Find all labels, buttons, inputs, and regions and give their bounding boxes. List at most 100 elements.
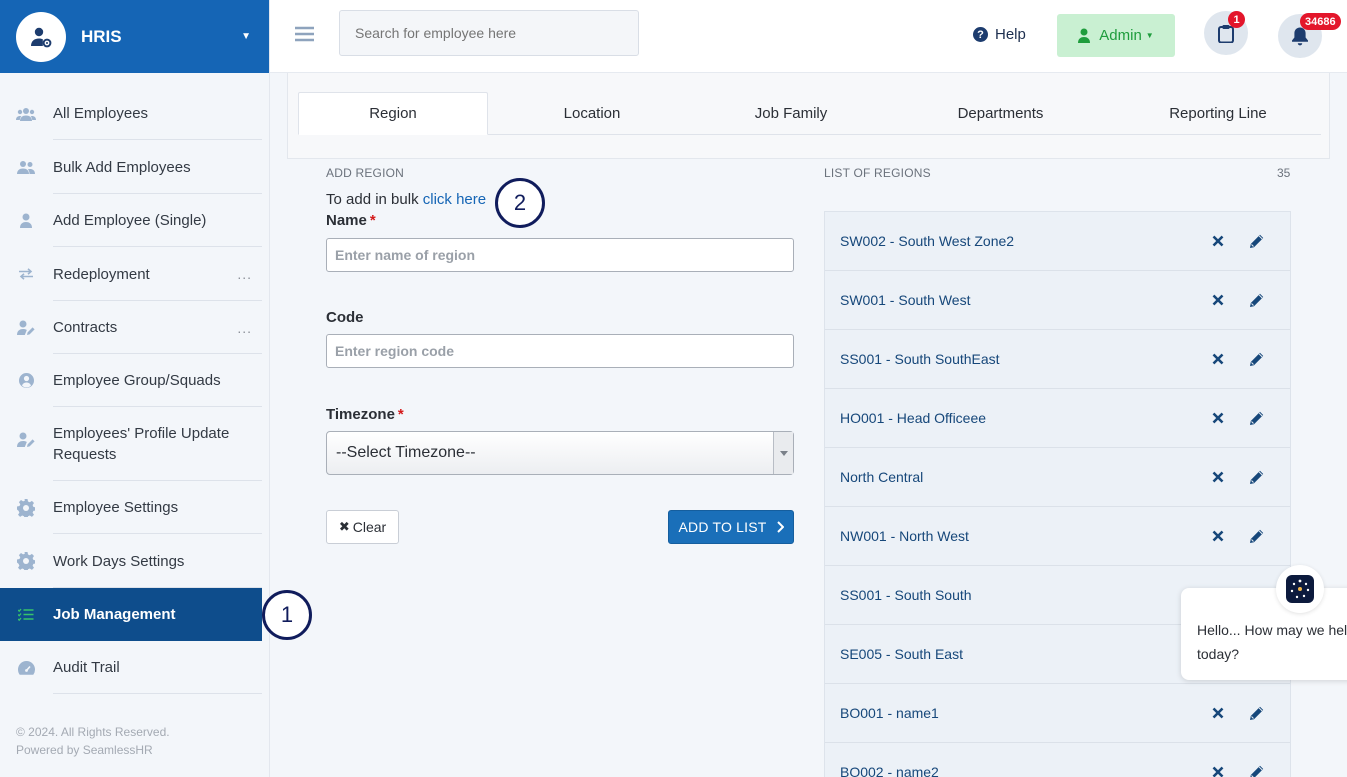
list-item: HO001 - Head Officeee	[825, 389, 1290, 448]
tasks-button[interactable]: 1	[1204, 11, 1248, 55]
delete-icon[interactable]	[1212, 352, 1224, 370]
edit-icon[interactable]	[1249, 469, 1265, 490]
chat-message-line1: Hello... How may we hel	[1197, 622, 1347, 638]
sidebar-item-label: Employees' Profile Update Requests	[53, 425, 230, 463]
sidebar-item-profile-update-requests[interactable]: Employees' Profile Update Requests	[0, 407, 262, 481]
timezone-label: Timezone *	[326, 406, 404, 423]
edit-icon[interactable]	[1249, 233, 1265, 254]
list-item: BO001 - name1	[825, 684, 1290, 743]
user-edit-icon	[16, 432, 36, 447]
list-of-regions-title: LIST OF REGIONS	[824, 166, 931, 180]
sidebar-item-bulk-add-employees[interactable]: Bulk Add Employees	[0, 140, 262, 194]
delete-icon[interactable]	[1212, 706, 1224, 724]
gear-icon	[16, 552, 36, 570]
delete-icon[interactable]	[1212, 470, 1224, 488]
chevron-right-icon	[776, 521, 784, 533]
delete-icon[interactable]	[1212, 234, 1224, 252]
sidebar-item-job-management[interactable]: Job Management	[0, 588, 262, 641]
tasks-badge: 1	[1228, 11, 1245, 28]
gauge-icon	[16, 660, 36, 675]
admin-dropdown-button[interactable]: Admin ▼	[1057, 14, 1175, 57]
sidebar-item-label: Contracts	[53, 319, 118, 336]
edit-icon[interactable]	[1249, 351, 1265, 372]
sidebar-item-label: Work Days Settings	[53, 552, 185, 570]
tab-location[interactable]: Location	[488, 92, 696, 135]
app-name: HRIS	[81, 26, 122, 46]
employee-search-input[interactable]	[339, 10, 639, 56]
regions-count: 35	[1277, 166, 1291, 180]
copyright-text: © 2024. All Rights Reserved.	[16, 725, 170, 739]
brand-header[interactable]: HRIS ▼	[0, 0, 269, 73]
sidebar-item-employee-settings[interactable]: Employee Settings	[0, 481, 262, 534]
sidebar-item-label: Audit Trail	[53, 659, 120, 676]
exchange-icon	[16, 268, 36, 280]
clear-label: Clear	[352, 519, 387, 535]
hris-logo-icon	[16, 11, 66, 62]
delete-icon[interactable]	[1212, 765, 1224, 777]
tab-job-family[interactable]: Job Family	[696, 92, 886, 135]
edit-icon[interactable]	[1249, 764, 1265, 777]
sidebar-item-employee-group-squads[interactable]: Employee Group/Squads	[0, 354, 262, 407]
sidebar-item-label: Employee Group/Squads	[53, 372, 221, 389]
required-marker: *	[369, 212, 376, 229]
list-item: North Central	[825, 448, 1290, 507]
hamburger-menu-icon[interactable]	[295, 26, 314, 47]
tab-reporting-line[interactable]: Reporting Line	[1115, 92, 1321, 135]
edit-icon[interactable]	[1249, 528, 1265, 549]
sidebar-item-all-employees[interactable]: All Employees	[0, 87, 262, 140]
user-icon	[16, 213, 36, 228]
tab-region[interactable]: Region	[298, 92, 488, 135]
users-icon	[16, 107, 36, 121]
question-circle-icon: ?	[973, 27, 988, 42]
notifications-button[interactable]: 34686	[1278, 13, 1341, 58]
region-name-input[interactable]: Enter name of region	[326, 238, 794, 272]
clear-button[interactable]: ✖ Clear	[326, 510, 399, 544]
sidebar-item-add-employee-single[interactable]: Add Employee (Single)	[0, 194, 262, 247]
sidebar-item-label: Employee Settings	[53, 499, 179, 516]
user-circle-icon	[16, 373, 36, 388]
chat-message-line2: today?	[1197, 646, 1240, 662]
tab-departments[interactable]: Departments	[886, 92, 1115, 135]
edit-icon[interactable]	[1249, 705, 1265, 726]
more-icon[interactable]: ...	[237, 266, 252, 282]
powered-by-text: Powered by SeamlessHR	[16, 743, 153, 757]
tabs-card: Region Location Job Family Departments R…	[287, 73, 1330, 159]
code-label: Code	[326, 309, 364, 326]
sidebar-item-redeployment[interactable]: Redeployment ...	[0, 247, 262, 301]
bulk-add-link[interactable]: click here	[423, 191, 486, 208]
bulk-add-text: To add in bulk click here	[326, 191, 486, 208]
region-code-input[interactable]: Enter region code	[326, 334, 794, 368]
caret-down-icon: ▼	[1145, 31, 1154, 40]
list-item: SW002 - South West Zone2	[825, 212, 1290, 271]
help-link[interactable]: ? Help	[973, 26, 1026, 43]
sidebar-footer: © 2024. All Rights Reserved. Powered by …	[16, 723, 170, 759]
edit-icon[interactable]	[1249, 410, 1265, 431]
chat-avatar-icon[interactable]	[1276, 565, 1324, 613]
timezone-label-text: Timezone	[326, 406, 395, 423]
topbar: ? Help Admin ▼ 1 34686	[270, 0, 1347, 73]
list-item: SS001 - South SouthEast	[825, 330, 1290, 389]
regions-list: SW002 - South West Zone2 SW001 - South W…	[824, 211, 1291, 777]
add-to-list-label: ADD TO LIST	[678, 519, 767, 535]
delete-icon[interactable]	[1212, 293, 1224, 311]
users-icon	[16, 160, 36, 174]
caret-down-icon[interactable]: ▼	[241, 31, 251, 42]
delete-icon[interactable]	[1212, 411, 1224, 429]
bulk-add-label: To add in bulk	[326, 191, 419, 208]
sidebar-nav: All Employees Bulk Add Employees Add Emp…	[0, 73, 269, 694]
sidebar-item-label: Redeployment	[53, 265, 150, 283]
add-region-title: ADD REGION	[326, 166, 405, 180]
tab-bar: Region Location Job Family Departments R…	[298, 92, 1321, 135]
admin-label: Admin	[1099, 27, 1142, 44]
more-icon[interactable]: ...	[237, 320, 252, 336]
add-to-list-button[interactable]: ADD TO LIST	[668, 510, 794, 544]
sidebar-item-audit-trail[interactable]: Audit Trail	[0, 641, 262, 694]
timezone-select[interactable]: --Select Timezone--	[326, 431, 794, 475]
chat-popup[interactable]: Hello... How may we hel today?	[1181, 588, 1347, 680]
sidebar-item-label: Job Management	[53, 606, 176, 623]
delete-icon[interactable]	[1212, 529, 1224, 547]
gear-icon	[16, 498, 36, 517]
sidebar-item-contracts[interactable]: Contracts ...	[0, 301, 262, 354]
edit-icon[interactable]	[1249, 292, 1265, 313]
sidebar-item-work-days-settings[interactable]: Work Days Settings	[0, 534, 262, 588]
